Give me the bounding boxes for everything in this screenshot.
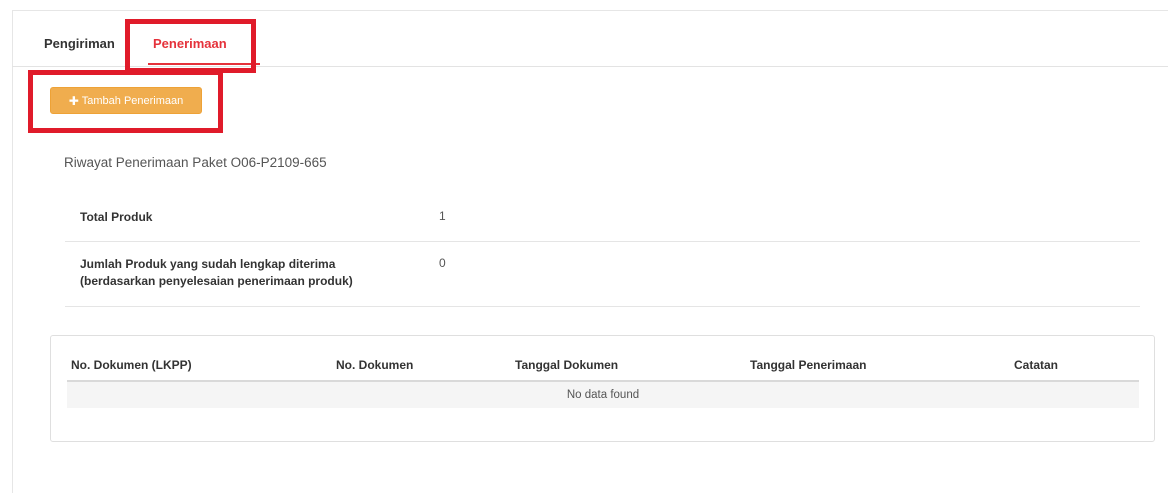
highlight-box-tab [125,19,256,73]
history-title: Riwayat Penerimaan Paket O06-P2109-665 [64,155,327,170]
receipt-table: No. Dokumen (LKPP) No. Dokumen Tanggal D… [50,335,1155,442]
highlight-box-button [28,70,223,133]
summary-value-total: 1 [439,209,446,223]
summary-row-complete: Jumlah Produk yang sudah lengkap diterim… [65,242,1140,307]
summary-label-total: Total Produk [80,210,153,224]
summary-row-total: Total Produk 1 [65,197,1140,242]
summary-value-complete: 0 [439,256,446,270]
summary-label-complete-line2: (berdasarkan penyelesaian penerimaan pro… [80,274,353,288]
column-header-receipt-date[interactable]: Tanggal Penerimaan [750,358,866,372]
empty-table-message: No data found [67,382,1139,408]
column-header-lkpp-doc-no[interactable]: No. Dokumen (LKPP) [71,358,192,372]
column-header-doc-no[interactable]: No. Dokumen [336,358,413,372]
summary-label-complete: Jumlah Produk yang sudah lengkap diterim… [80,256,353,290]
tab-pengiriman[interactable]: Pengiriman [44,36,115,51]
column-header-notes[interactable]: Catatan [1014,358,1058,372]
table-header: No. Dokumen (LKPP) No. Dokumen Tanggal D… [67,358,1139,382]
column-header-doc-date[interactable]: Tanggal Dokumen [515,358,618,372]
summary-label-complete-line1: Jumlah Produk yang sudah lengkap diterim… [80,257,336,271]
